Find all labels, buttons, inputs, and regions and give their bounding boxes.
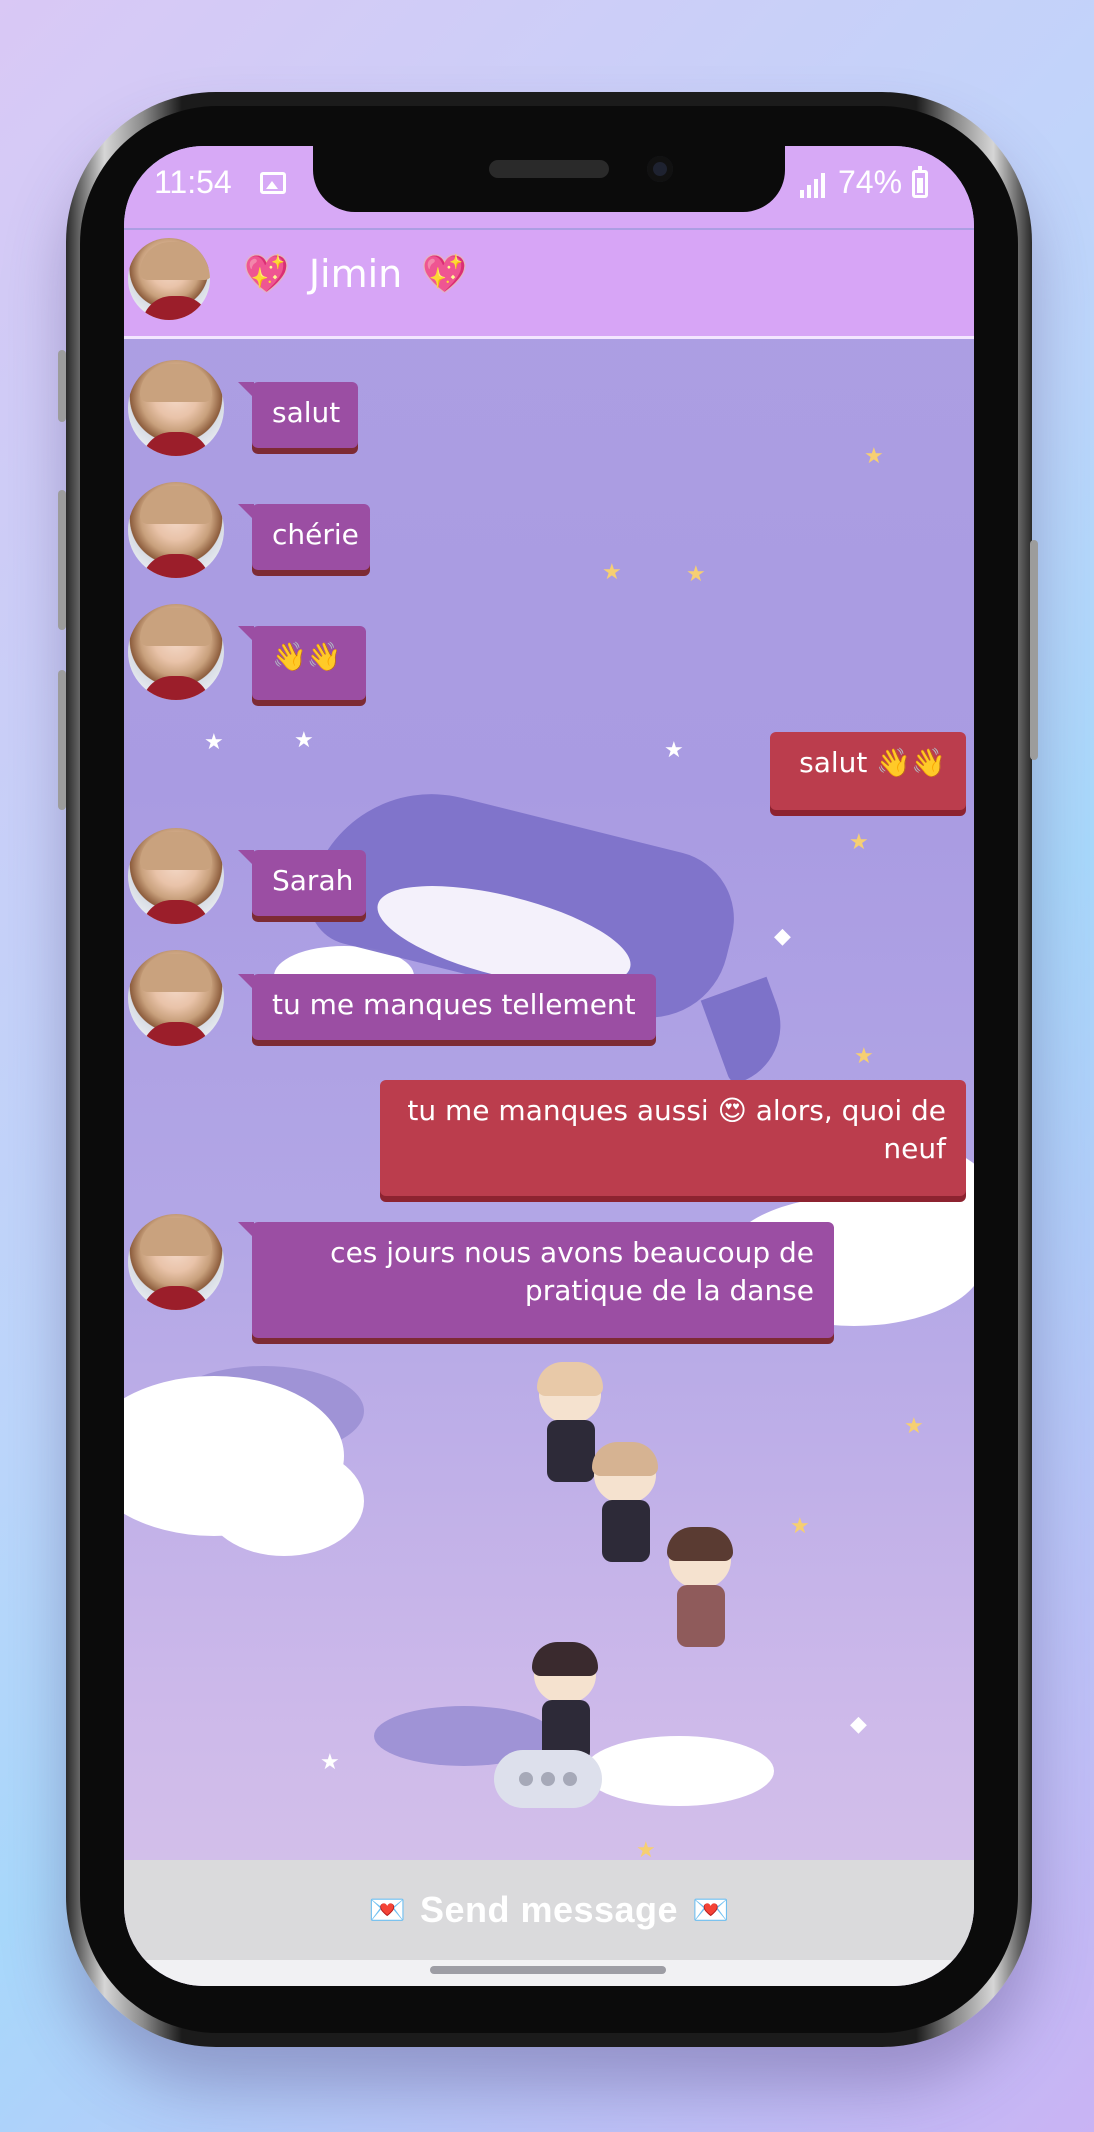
phone-volume-down-button xyxy=(58,670,66,810)
display-notch xyxy=(313,146,785,212)
phone-volume-up-button xyxy=(58,490,66,630)
sparkling-heart-icon: 💖 xyxy=(422,254,468,295)
star: ◆ xyxy=(850,1712,867,1737)
message-text: tu me manques aussi 😍 alors, quoi de neu… xyxy=(407,1094,946,1165)
signal-icon xyxy=(800,172,830,198)
cloud xyxy=(204,1446,364,1556)
message-text: salut 👋👋 xyxy=(799,746,946,779)
phone-power-button xyxy=(1030,540,1038,760)
love-letter-icon: 💌 xyxy=(368,1892,406,1928)
home-indicator[interactable] xyxy=(430,1966,666,1974)
star: ★ xyxy=(602,560,622,585)
gesture-bar-area xyxy=(124,1960,974,1986)
cloud xyxy=(584,1736,774,1806)
battery-percentage: 74% xyxy=(838,164,903,200)
contact-avatar[interactable] xyxy=(128,238,210,320)
star: ★ xyxy=(904,1414,924,1439)
contact-name: Jimin xyxy=(308,252,403,296)
front-camera xyxy=(647,156,673,182)
send-message-bar[interactable]: 💌 Send message 💌 xyxy=(124,1860,974,1960)
sparkling-heart-icon: 💖 xyxy=(244,254,289,295)
message-text: Sarah xyxy=(272,864,354,897)
star: ◆ xyxy=(774,924,791,949)
star: ★ xyxy=(664,738,684,763)
star: ★ xyxy=(790,1514,810,1539)
message-text: salut xyxy=(272,396,341,429)
typing-dot xyxy=(541,1772,555,1786)
typing-dot xyxy=(563,1772,577,1786)
message-text: 👋👋 xyxy=(272,640,342,673)
incoming-message[interactable]: Sarah xyxy=(238,850,366,916)
outgoing-message[interactable]: tu me manques aussi 😍 alors, quoi de neu… xyxy=(380,1080,966,1196)
love-letter-icon: 💌 xyxy=(692,1892,730,1928)
contact-title[interactable]: 💖 Jimin 💖 xyxy=(244,252,467,296)
incoming-message[interactable]: chérie xyxy=(238,504,370,570)
phone-screen: ★ ★ ★ ★ ★ ★ ★ ★ ★ ★ ★ ◆ ★ ◆ 11:54 74% 💖 xyxy=(124,146,974,1986)
star: ★ xyxy=(854,1044,874,1069)
outgoing-message[interactable]: salut 👋👋 xyxy=(770,732,966,810)
phone-side-button xyxy=(58,350,66,422)
star: ★ xyxy=(320,1750,340,1775)
incoming-message[interactable]: salut xyxy=(238,382,358,448)
message-avatar[interactable] xyxy=(128,482,224,578)
message-text: ces jours nous avons beaucoup de pratiqu… xyxy=(330,1236,814,1307)
star: ★ xyxy=(636,1838,656,1863)
gallery-notification-icon xyxy=(260,172,286,194)
incoming-message[interactable]: ces jours nous avons beaucoup de pratiqu… xyxy=(238,1222,834,1338)
message-avatar[interactable] xyxy=(128,950,224,1046)
whale-tail xyxy=(700,976,798,1086)
message-text: chérie xyxy=(272,518,359,551)
message-avatar[interactable] xyxy=(128,604,224,700)
typing-dot xyxy=(519,1772,533,1786)
message-text: tu me manques tellement xyxy=(272,988,636,1021)
star: ★ xyxy=(294,728,314,753)
message-avatar[interactable] xyxy=(128,1214,224,1310)
message-avatar[interactable] xyxy=(128,360,224,456)
battery-charging-icon xyxy=(912,166,928,198)
chat-header: 💖 Jimin 💖 xyxy=(124,230,974,339)
earpiece-speaker xyxy=(489,160,609,178)
star: ★ xyxy=(204,730,224,755)
incoming-message[interactable]: tu me manques tellement xyxy=(238,974,656,1040)
incoming-message[interactable]: 👋👋 xyxy=(238,626,366,700)
star: ★ xyxy=(686,562,706,587)
message-avatar[interactable] xyxy=(128,828,224,924)
send-message-label: Send message xyxy=(419,1889,679,1930)
typing-indicator xyxy=(494,1750,602,1808)
star: ★ xyxy=(849,830,869,855)
status-time: 11:54 xyxy=(154,164,232,200)
star: ★ xyxy=(864,444,884,469)
